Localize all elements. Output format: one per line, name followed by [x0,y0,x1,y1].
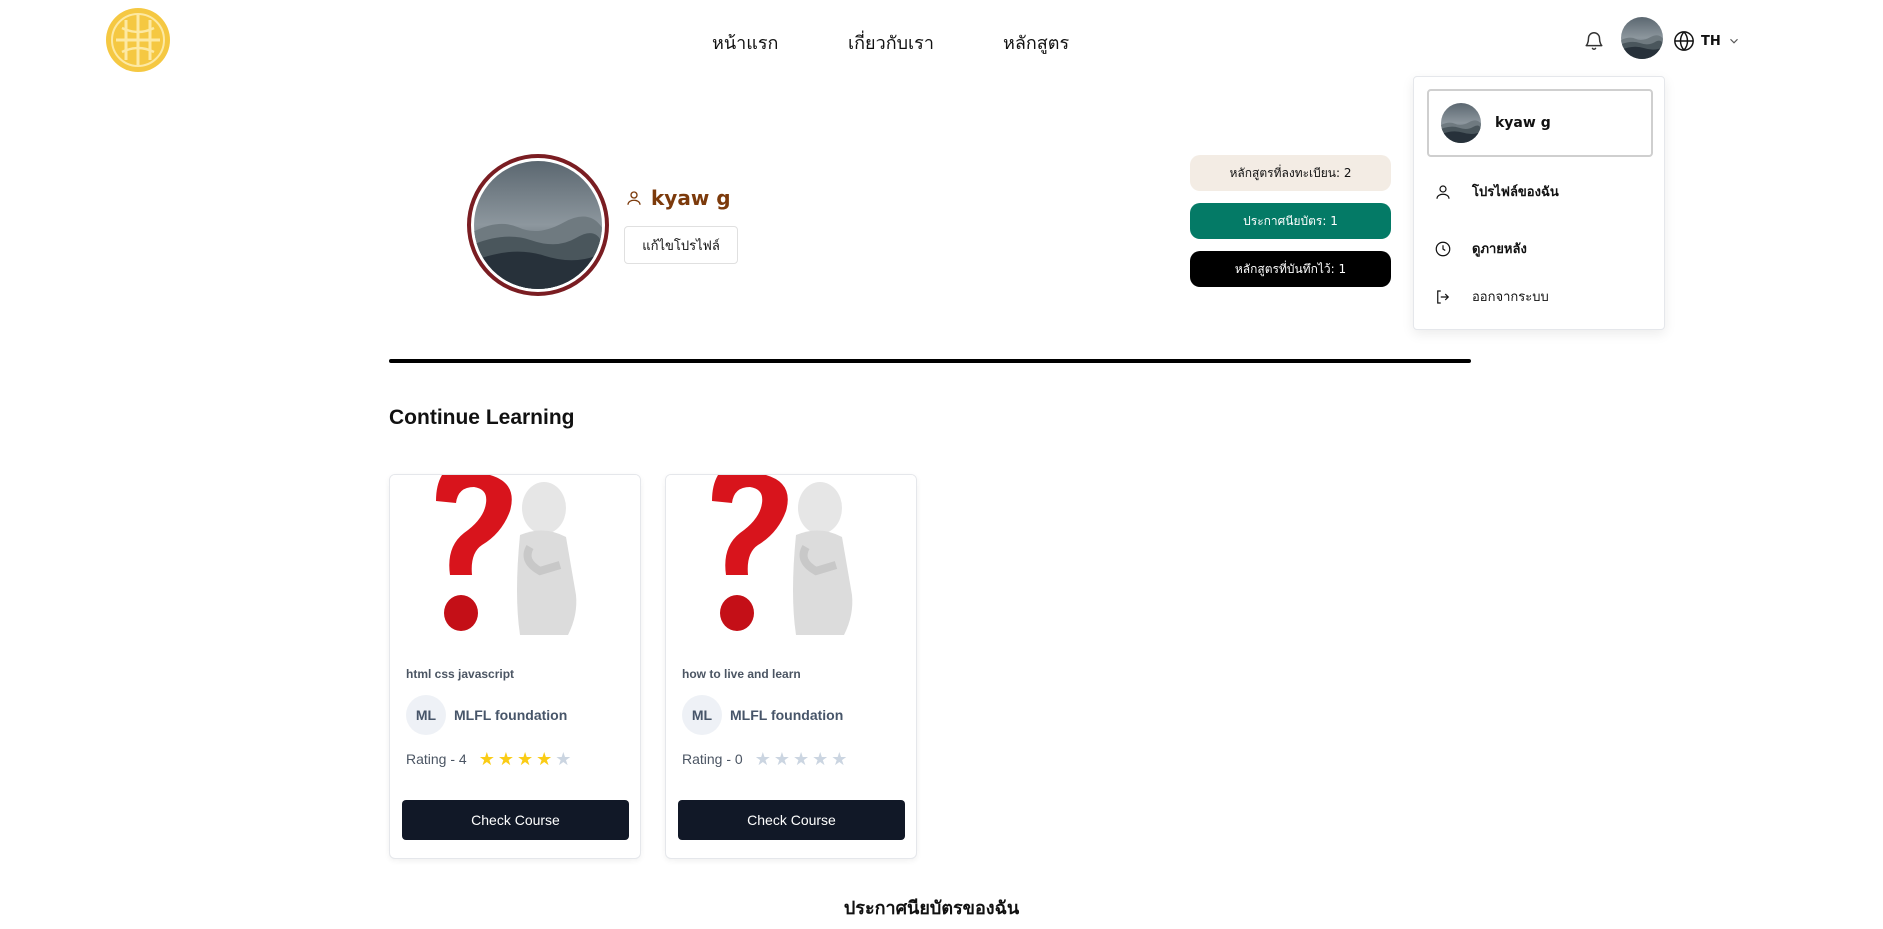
check-course-button[interactable]: Check Course [678,800,905,840]
menu-item-label: ออกจากระบบ [1472,290,1549,305]
star-icon: ★ [536,749,553,769]
profile-name: kyaw g [625,186,731,210]
course-author: ML MLFL foundation [406,695,567,735]
menu-item-label: โปรไฟล์ของฉัน [1472,185,1559,200]
star-icon: ★ [497,749,514,769]
bell-icon[interactable] [1583,30,1605,52]
course-title: html css javascript [406,667,515,681]
language-selector[interactable]: TH [1673,28,1741,54]
section-divider [389,359,1471,363]
menu-item-logout[interactable]: ออกจากระบบ [1434,286,1549,307]
course-rating: Rating - 4 ★ ★ ★ ★ ★ [406,750,571,768]
course-thumbnail[interactable] [390,475,640,635]
nav-courses[interactable]: หลักสูตร [1003,28,1069,57]
course-card: how to live and learn ML MLFL foundation… [665,474,917,859]
nav-home[interactable]: หน้าแรก [712,28,778,57]
user-icon [627,191,641,205]
globe-icon [1674,31,1694,51]
star-icon: ★ [516,749,534,769]
rating-stars: ★ ★ ★ ★ ★ [755,750,848,768]
star-icon: ★ [812,749,829,769]
saved-courses-button[interactable]: หลักสูตรที่บันทึกไว้: 1 [1190,251,1391,287]
menu-item-my-profile[interactable]: โปรไฟล์ของฉัน [1434,181,1559,202]
nav-about[interactable]: เกี่ยวกับเรา [848,28,934,57]
edit-profile-button[interactable]: แก้ไขโปรไฟล์ [624,226,738,264]
language-code: TH [1701,33,1721,49]
dropdown-user-card[interactable]: kyaw g [1427,89,1653,157]
course-rating: Rating - 0 ★ ★ ★ ★ ★ [682,750,847,768]
logout-icon [1437,289,1450,304]
star-icon: ★ [792,749,810,769]
star-icon: ★ [773,749,790,769]
star-icon: ★ [831,749,848,769]
author-name: MLFL foundation [454,707,568,723]
profile-name-text: kyaw g [651,186,731,210]
rating-label: Rating - 0 [682,751,743,767]
chevron-down-icon [1729,38,1738,44]
menu-item-watch-later[interactable]: ดูภายหลัง [1434,238,1527,259]
continue-learning-title: Continue Learning [389,406,575,429]
rating-stars: ★ ★ ★ ★ ★ [479,750,572,768]
check-course-button[interactable]: Check Course [402,800,629,840]
author-avatar: ML [682,695,722,735]
user-icon [1436,184,1450,199]
enrolled-courses-badge: หลักสูตรที่ลงทะเบียน: 2 [1190,155,1391,191]
course-card: html css javascript ML MLFL foundation R… [389,474,641,859]
course-title: how to live and learn [682,667,801,681]
course-author: ML MLFL foundation [682,695,843,735]
avatar [1441,103,1481,143]
dropdown-user-name: kyaw g [1495,115,1551,131]
author-name: MLFL foundation [730,707,844,723]
certificates-button[interactable]: ประกาศนียบัตร: 1 [1190,203,1391,239]
star-icon: ★ [754,749,771,769]
my-certificates-title: ประกาศนียบัตรของฉัน [843,898,1020,919]
star-icon: ★ [478,749,495,769]
clock-icon [1435,241,1451,256]
user-avatar-button[interactable] [1621,17,1663,59]
rating-label: Rating - 4 [406,751,467,767]
star-icon: ★ [555,749,572,769]
author-avatar: ML [406,695,446,735]
profile-avatar [467,154,609,296]
course-thumbnail[interactable] [666,475,916,635]
user-dropdown-menu: kyaw g โปรไฟล์ของฉัน ดูภายหลัง ออกจากระบ… [1413,76,1665,330]
menu-item-label: ดูภายหลัง [1472,242,1527,257]
